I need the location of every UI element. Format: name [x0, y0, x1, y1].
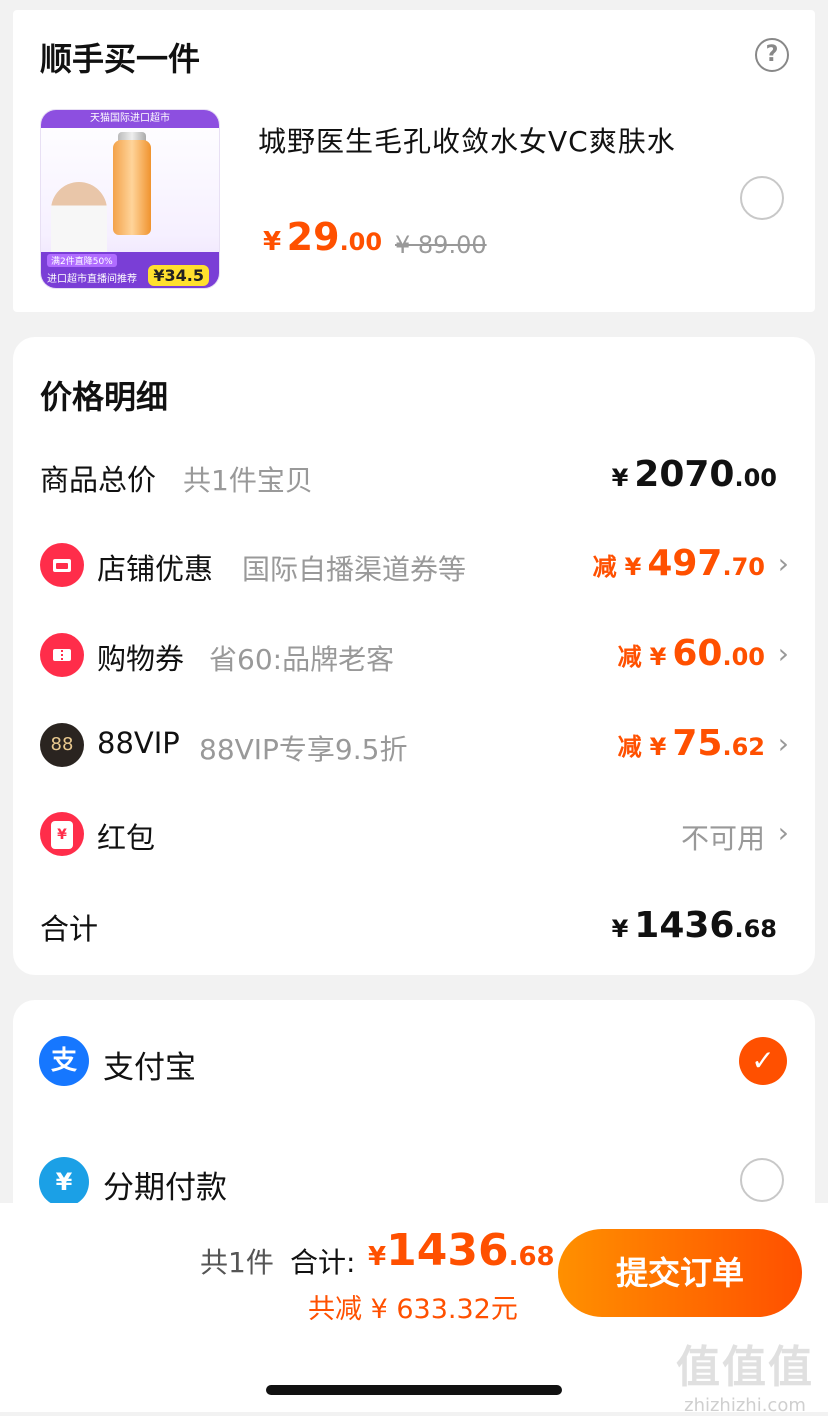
- installment-label: 分期付款: [103, 1170, 227, 1206]
- checkmark-icon[interactable]: ✓: [739, 1037, 787, 1085]
- red-packet-label[interactable]: 红包: [97, 815, 155, 857]
- amount-integer: 1436: [634, 905, 735, 946]
- total-saving: 共减 ¥ 633.32元: [308, 1294, 518, 1325]
- amount-integer: 1436: [386, 1225, 509, 1276]
- minus-prefix: 减: [592, 553, 617, 581]
- alipay-label: 支付宝: [103, 1050, 196, 1086]
- shopping-coupon-label[interactable]: 购物券: [97, 636, 184, 678]
- help-icon[interactable]: ?: [755, 38, 789, 72]
- amount-decimal: .68: [734, 915, 777, 943]
- coupon-icon: [40, 633, 84, 677]
- subtotal-label: 商品总价: [40, 463, 157, 497]
- endorser-figure: [51, 182, 107, 260]
- shopping-coupon-amount[interactable]: 减 ¥60.00: [618, 633, 765, 674]
- checkout-footer: 共1件 合计: ¥1436.68 共减 ¥ 633.32元 提交订单 值值值 z…: [0, 1203, 828, 1416]
- vip-desc: 88VIP专享9.5折: [199, 733, 408, 766]
- bottle-shape: [113, 140, 151, 235]
- price-integer: 29: [286, 215, 340, 259]
- currency-symbol: ¥: [624, 553, 642, 581]
- vip-88-icon: 88: [40, 723, 84, 767]
- submit-order-button[interactable]: 提交订单: [558, 1229, 802, 1317]
- amount-integer: 497: [647, 543, 723, 584]
- promo-caption: 进口超市直播间推荐: [47, 274, 137, 285]
- alipay-icon: 支: [39, 1036, 89, 1086]
- vip-discount-amount[interactable]: 减 ¥75.62: [618, 723, 765, 764]
- minus-prefix: 减: [617, 733, 642, 761]
- home-indicator[interactable]: [266, 1385, 562, 1395]
- red-packet-glyph: ¥: [51, 821, 73, 849]
- installment-radio[interactable]: [740, 1158, 784, 1202]
- shop-discount-desc: 国际自播渠道券等: [242, 553, 467, 586]
- currency-symbol: ¥: [368, 1242, 387, 1272]
- price-detail-card: 价格明细 商品总价 共1件宝贝 ¥2070.00 店铺优惠 国际自播渠道券等 减…: [13, 337, 815, 975]
- price-detail-title: 价格明细: [40, 378, 169, 416]
- minus-prefix: 减: [617, 643, 642, 671]
- watermark-url: zhizhizhi.com: [684, 1395, 806, 1416]
- installment-icon: ¥: [39, 1157, 89, 1207]
- price-decimal: .00: [339, 228, 383, 256]
- amount-decimal: .00: [722, 643, 765, 671]
- amount-integer: 60: [672, 633, 723, 674]
- shopping-coupon-desc: 省60:品牌老客: [209, 643, 395, 676]
- currency-symbol: ¥: [263, 227, 282, 257]
- watermark-logo: 值值值: [676, 1342, 814, 1393]
- amount-decimal: .70: [722, 553, 765, 581]
- upsell-card: 顺手买一件 ? 天猫国际进口超市 满2件直降50% 进口超市直播间推荐 ¥34.…: [13, 10, 815, 312]
- product-original-price: ¥ 89.00: [395, 231, 487, 259]
- chevron-right-icon[interactable]: ›: [778, 816, 789, 849]
- shop-discount-label[interactable]: 店铺优惠: [97, 546, 213, 588]
- amount-decimal: .00: [734, 464, 777, 492]
- item-count: 共1件: [200, 1246, 274, 1279]
- amount-decimal: .68: [508, 1242, 555, 1272]
- chevron-right-icon[interactable]: ›: [778, 547, 789, 580]
- red-packet-status: 不可用: [680, 822, 765, 855]
- currency-symbol: ¥: [649, 733, 667, 761]
- subtotal-amount: ¥2070.00: [612, 454, 777, 495]
- amount-decimal: .62: [722, 733, 765, 761]
- upsell-title: 顺手买一件: [40, 40, 201, 78]
- product-price: ¥ 29.00: [263, 215, 382, 259]
- subtotal-count: 共1件宝贝: [183, 464, 313, 497]
- product-image[interactable]: 天猫国际进口超市 满2件直降50% 进口超市直播间推荐 ¥34.5: [40, 109, 220, 289]
- promo-badge: 满2件直降50%: [47, 254, 117, 267]
- upsell-select-radio[interactable]: [740, 176, 784, 220]
- vip-label[interactable]: 88VIP: [97, 726, 180, 760]
- product-image-banner: 天猫国际进口超市: [41, 110, 219, 128]
- amount-integer: 75: [672, 723, 723, 764]
- footer-total-amount: ¥1436.68: [368, 1225, 555, 1276]
- shop-discount-amount[interactable]: 减 ¥497.70: [593, 543, 765, 584]
- currency-symbol: ¥: [611, 464, 629, 492]
- total-amount: ¥1436.68: [612, 905, 777, 946]
- red-packet-icon: ¥: [40, 812, 84, 856]
- amount-integer: 2070: [634, 454, 735, 495]
- promo-price-tag: ¥34.5: [148, 265, 209, 286]
- shop-icon: [40, 543, 84, 587]
- currency-symbol: ¥: [611, 915, 629, 943]
- chevron-right-icon[interactable]: ›: [778, 727, 789, 760]
- product-name[interactable]: 城野医生毛孔收敛水女VC爽肤水: [258, 120, 676, 160]
- footer-total-label: 合计:: [290, 1246, 356, 1279]
- chevron-right-icon[interactable]: ›: [778, 637, 789, 670]
- total-label: 合计: [40, 912, 99, 946]
- watermark: 值值值 zhizhizhi.com: [676, 1331, 814, 1416]
- currency-symbol: ¥: [649, 643, 667, 671]
